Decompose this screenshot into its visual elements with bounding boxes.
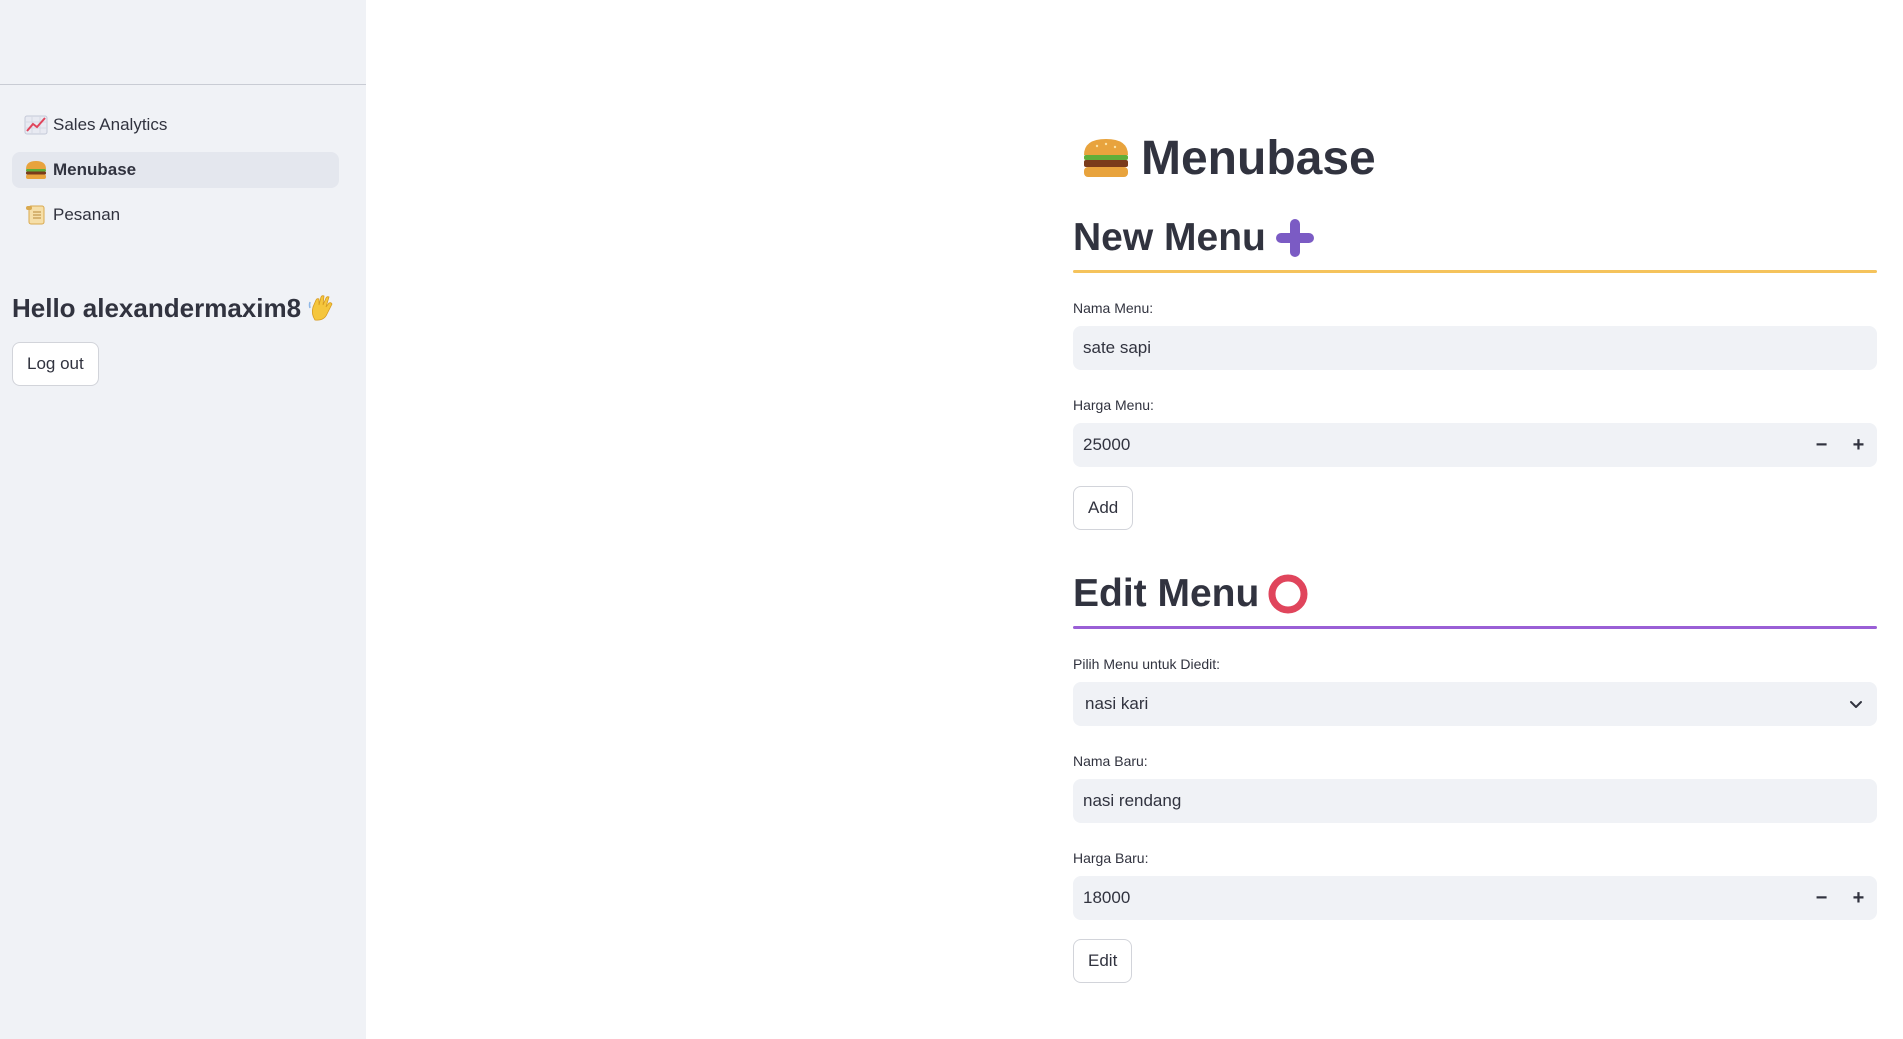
nama-baru-field[interactable]: [1073, 779, 1877, 823]
pilih-menu-select[interactable]: nasi kari: [1073, 682, 1877, 726]
sidebar-header: [0, 0, 366, 85]
nama-menu-field[interactable]: [1073, 326, 1877, 370]
page-title: Menubase: [1073, 128, 1877, 188]
main-content: Menubase New Menu Nama Menu: Harga Menu:: [1073, 0, 1877, 983]
sidebar-nav: Sales Analytics Menubase Pesanan: [0, 85, 366, 233]
decrement-button[interactable]: −: [1803, 423, 1840, 467]
waving-hand-icon: [307, 294, 337, 324]
harga-baru-field[interactable]: − +: [1073, 876, 1877, 920]
sidebar-item-menubase[interactable]: Menubase: [12, 152, 339, 188]
greeting-text: Hello alexandermaxim8: [12, 293, 302, 323]
sidebar-item-sales-analytics[interactable]: Sales Analytics: [12, 107, 339, 143]
harga-baru-stepper: − +: [1803, 876, 1877, 920]
greeting: Hello alexandermaxim8: [12, 293, 366, 324]
new-menu-section: New Menu Nama Menu: Harga Menu: − +: [1073, 210, 1877, 530]
new-menu-divider: [1073, 270, 1877, 273]
pilih-menu-label: Pilih Menu untuk Diedit:: [1073, 656, 1221, 672]
new-menu-heading-text: New Menu: [1073, 216, 1266, 259]
increment-button[interactable]: +: [1840, 423, 1877, 467]
heavy-plus-icon: [1274, 217, 1316, 259]
decrement-button[interactable]: −: [1803, 876, 1840, 920]
harga-baru-input[interactable]: [1083, 888, 1803, 908]
nama-menu-input[interactable]: [1083, 338, 1867, 358]
scroll-icon: [24, 203, 48, 227]
hamburger-icon: [1081, 135, 1131, 181]
hollow-red-circle-icon: [1267, 573, 1309, 615]
harga-baru-label: Harga Baru:: [1073, 850, 1149, 866]
edit-button[interactable]: Edit: [1073, 939, 1133, 983]
harga-menu-input[interactable]: [1083, 435, 1803, 455]
logout-button[interactable]: Log out: [12, 342, 99, 386]
harga-menu-label: Harga Menu:: [1073, 397, 1154, 413]
sidebar-item-label: Menubase: [53, 160, 137, 179]
hamburger-icon: [24, 158, 48, 182]
new-menu-heading: New Menu: [1073, 210, 1877, 266]
sidebar: Sales Analytics Menubase Pesanan Hello a…: [0, 0, 366, 1039]
edit-menu-section: Edit Menu Pilih Menu untuk Diedit: nasi …: [1073, 566, 1877, 983]
app-root: Sales Analytics Menubase Pesanan Hello a…: [0, 0, 1903, 1039]
sidebar-item-pesanan[interactable]: Pesanan: [12, 197, 339, 233]
edit-menu-heading-text: Edit Menu: [1073, 572, 1260, 615]
edit-menu-divider: [1073, 626, 1877, 629]
increment-button[interactable]: +: [1840, 876, 1877, 920]
sidebar-item-label: Sales Analytics: [53, 115, 168, 134]
harga-menu-stepper: − +: [1803, 423, 1877, 467]
chevron-down-icon: [1849, 697, 1863, 711]
edit-menu-heading: Edit Menu: [1073, 566, 1877, 622]
sidebar-item-label: Pesanan: [53, 205, 121, 224]
add-button[interactable]: Add: [1073, 486, 1134, 530]
nama-baru-label: Nama Baru:: [1073, 753, 1148, 769]
page-title-text: Menubase: [1141, 131, 1376, 185]
nama-menu-label: Nama Menu:: [1073, 300, 1154, 316]
harga-menu-field[interactable]: − +: [1073, 423, 1877, 467]
nama-baru-input[interactable]: [1083, 791, 1867, 811]
pilih-menu-selected-value: nasi kari: [1085, 694, 1149, 713]
chart-increasing-icon: [24, 113, 48, 137]
